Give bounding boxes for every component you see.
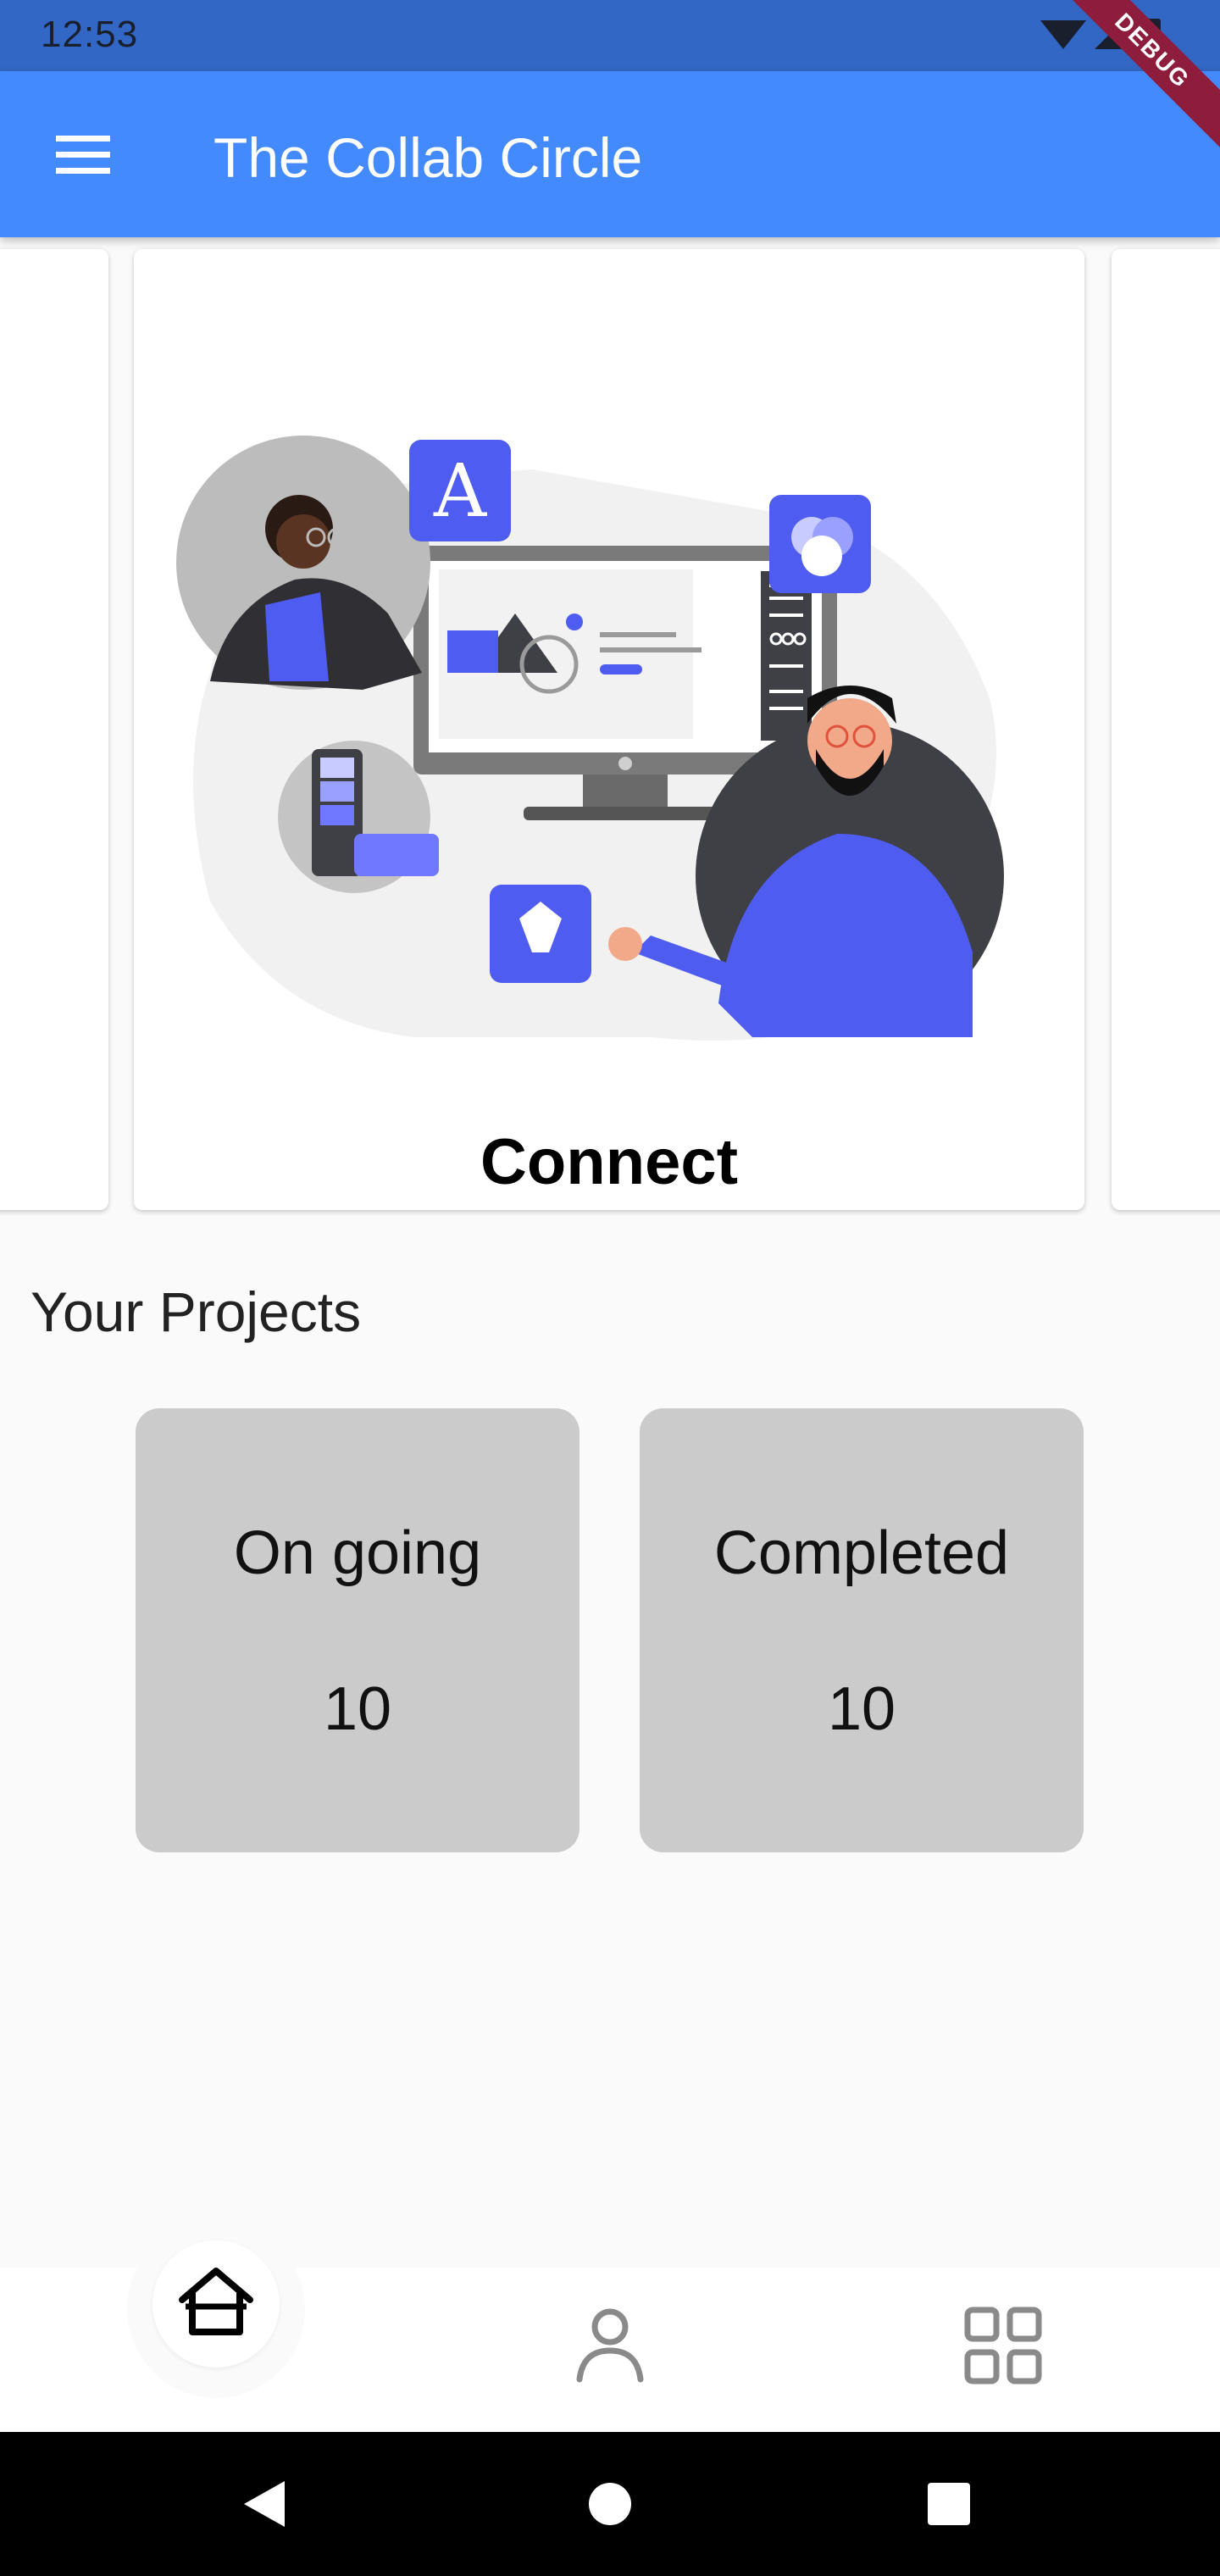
profile-icon[interactable] [568, 2301, 652, 2386]
wifi-icon [1040, 20, 1086, 49]
ongoing-projects-card[interactable]: On going 10 [136, 1408, 580, 1852]
completed-projects-card[interactable]: Completed 10 [640, 1408, 1084, 1852]
status-bar: 12:53 [0, 0, 1220, 71]
stat-label: On going [233, 1519, 482, 1587]
stat-value: 10 [827, 1675, 896, 1743]
carousel-card-connect[interactable]: A Connect [134, 249, 1084, 1210]
stat-value: 10 [323, 1675, 392, 1743]
carousel-card-previous[interactable] [0, 249, 108, 1210]
system-navigation-bar [0, 2432, 1220, 2576]
section-title-your-projects: Your Projects [30, 1280, 362, 1343]
hamburger-menu-icon[interactable] [41, 124, 125, 185]
app-title: The Collab Circle [214, 126, 643, 189]
home-icon[interactable] [174, 2259, 258, 2344]
carousel-card-title: Connect [480, 1126, 738, 1198]
back-icon[interactable] [237, 2474, 297, 2534]
bottom-navigation [0, 2220, 1220, 2432]
carousel-card-next[interactable] [1112, 249, 1220, 1210]
collaboration-illustration: A [176, 436, 1004, 1041]
recents-icon[interactable] [919, 2474, 979, 2534]
stat-label: Completed [713, 1519, 1010, 1587]
status-time: 12:53 [41, 14, 139, 55]
grid-icon[interactable] [962, 2305, 1044, 2386]
feature-carousel[interactable]: A Connect [0, 249, 1220, 1212]
svg-text:A: A [433, 449, 487, 534]
home-button-icon[interactable] [580, 2474, 640, 2534]
app-bar: The Collab Circle [0, 71, 1220, 237]
